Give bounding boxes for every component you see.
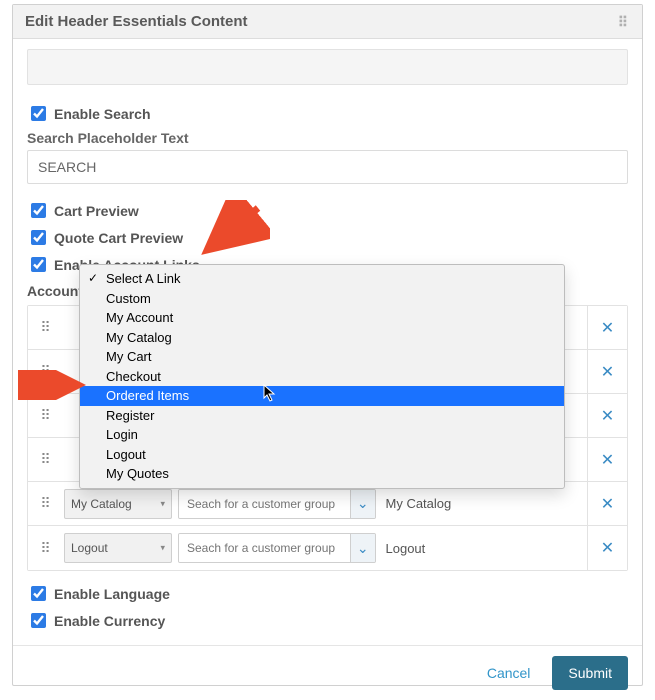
drag-handle-icon[interactable]: ⠿ [618, 15, 630, 29]
customer-group-input[interactable] [179, 490, 350, 518]
row-drag-handle-icon[interactable]: ⠿ [28, 319, 64, 336]
cart-preview-label: Cart Preview [54, 203, 139, 219]
dropdown-item[interactable]: Custom [80, 289, 564, 309]
dropdown-item[interactable]: My Cart [80, 347, 564, 367]
annotation-arrow-icon [18, 370, 88, 400]
cancel-button[interactable]: Cancel [475, 657, 543, 689]
customer-group-search[interactable]: ⌄ [178, 489, 376, 519]
dropdown-item[interactable]: Register [80, 406, 564, 426]
cursor-icon [263, 384, 277, 405]
customer-group-search[interactable]: ⌄ [178, 533, 376, 563]
annotation-arrow-icon [200, 200, 270, 260]
row-delete-button[interactable]: ✕ [587, 482, 627, 525]
enable-search-label: Enable Search [54, 106, 151, 122]
cart-preview-checkbox[interactable] [31, 203, 46, 218]
link-type-select[interactable]: Logout [64, 533, 172, 563]
dropdown-item[interactable]: Checkout [80, 367, 564, 387]
modal-header[interactable]: Edit Header Essentials Content ⠿ [13, 5, 642, 39]
enable-search-checkbox[interactable] [31, 106, 46, 121]
search-placeholder-input[interactable] [27, 150, 628, 184]
row-delete-button[interactable]: ✕ [587, 438, 627, 481]
enable-currency-label: Enable Currency [54, 613, 165, 629]
submit-button[interactable]: Submit [552, 656, 628, 690]
modal-title: Edit Header Essentials Content [25, 13, 248, 30]
dropdown-item[interactable]: My Quotes [80, 464, 564, 484]
link-name-input[interactable]: My Catalog [382, 489, 582, 519]
link-name-input[interactable]: Logout [382, 533, 582, 563]
row-delete-button[interactable]: ✕ [587, 350, 627, 393]
row-drag-handle-icon[interactable]: ⠿ [28, 451, 64, 468]
enable-account-links-checkbox[interactable] [31, 257, 46, 272]
quote-cart-preview-checkbox[interactable] [31, 230, 46, 245]
enable-language-label: Enable Language [54, 586, 170, 602]
enable-language-checkbox[interactable] [31, 586, 46, 601]
chevron-down-icon[interactable]: ⌄ [350, 490, 375, 518]
table-row: ⠿ Logout ⌄ Logout ✕ [28, 526, 627, 570]
row-drag-handle-icon[interactable]: ⠿ [28, 407, 64, 424]
top-search-input[interactable] [27, 49, 628, 85]
dropdown-item[interactable]: My Account [80, 308, 564, 328]
modal-footer: Cancel Submit [13, 645, 642, 700]
customer-group-input[interactable] [179, 534, 350, 562]
link-type-select[interactable]: My Catalog [64, 489, 172, 519]
chevron-down-icon[interactable]: ⌄ [350, 534, 375, 562]
quote-cart-preview-label: Quote Cart Preview [54, 230, 183, 246]
row-delete-button[interactable]: ✕ [587, 526, 627, 570]
dropdown-item[interactable]: Logout [80, 445, 564, 465]
row-delete-button[interactable]: ✕ [587, 306, 627, 349]
enable-currency-checkbox[interactable] [31, 613, 46, 628]
dropdown-item[interactable]: Login [80, 425, 564, 445]
dropdown-item[interactable]: Select A Link [80, 269, 564, 289]
dropdown-item-selected[interactable]: Ordered Items [80, 386, 564, 406]
row-drag-handle-icon[interactable]: ⠿ [28, 540, 64, 557]
dropdown-item[interactable]: My Catalog [80, 328, 564, 348]
row-drag-handle-icon[interactable]: ⠿ [28, 495, 64, 512]
row-delete-button[interactable]: ✕ [587, 394, 627, 437]
link-type-dropdown[interactable]: Select A Link Custom My Account My Catal… [79, 264, 565, 489]
search-placeholder-label: Search Placeholder Text [27, 130, 628, 146]
